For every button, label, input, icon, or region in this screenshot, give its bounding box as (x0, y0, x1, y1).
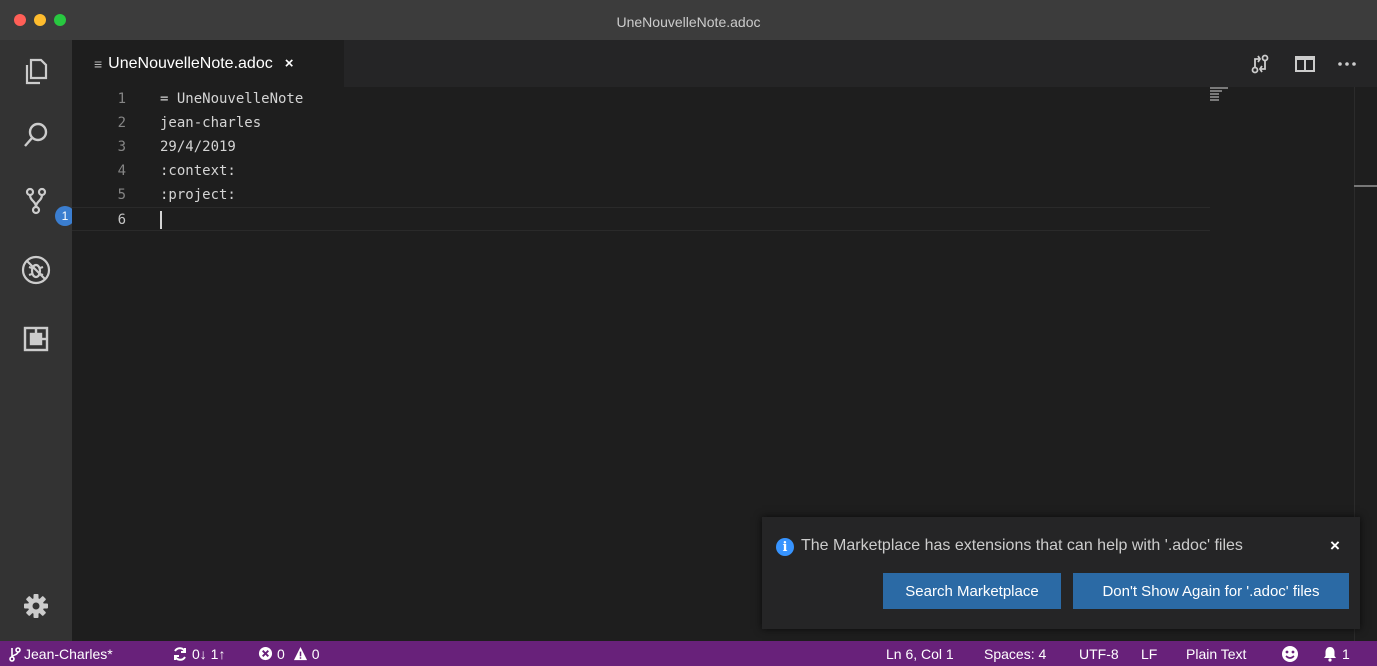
info-icon: i (776, 538, 794, 556)
text-cursor (160, 211, 162, 229)
notification-toast: i The Marketplace has extensions that ca… (762, 517, 1360, 629)
explorer-icon[interactable] (17, 52, 55, 90)
debug-icon[interactable] (17, 251, 55, 289)
minimap[interactable] (1210, 87, 1240, 103)
more-actions-icon[interactable] (1335, 52, 1359, 76)
line-text: = UneNouvelleNote (160, 91, 304, 107)
editor-line: 2 jean-charles (72, 111, 1210, 135)
line-number: 1 (117, 91, 126, 107)
error-count: 0 (277, 645, 285, 662)
line-text: 29/4/2019 (160, 139, 236, 155)
line-number: 3 (117, 139, 126, 155)
feedback-smiley-icon[interactable] (1281, 641, 1299, 666)
editor-line: 1 = UneNouvelleNote (72, 87, 1210, 111)
warning-count: 0 (311, 645, 320, 662)
search-marketplace-button[interactable]: Search Marketplace (883, 573, 1061, 609)
language-mode[interactable]: Plain Text (1186, 641, 1246, 666)
line-number: 2 (117, 115, 126, 131)
notification-message: The Marketplace has extensions that can … (801, 537, 1243, 554)
notifications-count: 1 (1342, 645, 1350, 662)
tab-filename: UneNouvelleNote.adoc (108, 54, 273, 72)
open-changes-icon[interactable] (1248, 52, 1272, 76)
dont-show-again-button[interactable]: Don't Show Again for '.adoc' files (1073, 573, 1349, 609)
text-editor[interactable]: 1 = UneNouvelleNote 2 jean-charles 3 29/… (72, 87, 1377, 641)
git-branch-icon (9, 646, 21, 662)
line-text: :context: (160, 163, 236, 179)
bell-icon (1324, 646, 1336, 662)
cursor-position[interactable]: Ln 6, Col 1 (886, 641, 954, 666)
activity-bar: 1 (0, 40, 75, 641)
indentation-status[interactable]: Spaces: 4 (984, 641, 1046, 666)
search-icon[interactable] (17, 116, 55, 154)
current-line: 6 (72, 207, 1210, 231)
notification-close-icon[interactable]: × (1330, 536, 1340, 556)
editor-line: 4 :context: (72, 159, 1210, 183)
tab-unenouvellenote[interactable]: ≡ UneNouvelleNote.adoc × (72, 40, 344, 87)
editor-tab-strip: ≡ UneNouvelleNote.adoc × (72, 40, 1377, 87)
tab-close-icon[interactable]: × (285, 55, 294, 72)
encoding-status[interactable]: UTF-8 (1079, 641, 1119, 666)
line-text: jean-charles (160, 115, 262, 131)
overview-ruler-cursor (1354, 185, 1377, 187)
line-number: 6 (117, 212, 126, 228)
title-bar: UneNouvelleNote.adoc (0, 0, 1377, 40)
line-number: 4 (117, 163, 126, 179)
notifications-status[interactable]: 1 (1322, 641, 1350, 666)
line-number: 5 (117, 187, 126, 203)
split-editor-icon[interactable] (1293, 52, 1317, 76)
error-icon (258, 646, 273, 661)
sync-counts: 0↓ 1↑ (192, 645, 226, 662)
eol-status[interactable]: LF (1141, 641, 1157, 666)
problems-status[interactable]: 0 0 (258, 641, 320, 666)
sync-status[interactable]: 0↓ 1↑ (172, 641, 225, 666)
branch-status[interactable]: Jean-Charles* (8, 641, 113, 666)
branch-name: Jean-Charles* (24, 645, 113, 662)
editor-line: 3 29/4/2019 (72, 135, 1210, 159)
source-control-icon[interactable]: 1 (17, 182, 75, 226)
warning-icon (293, 646, 307, 661)
file-lines-icon: ≡ (94, 55, 103, 72)
line-text: :project: (160, 187, 236, 203)
window-title: UneNouvelleNote.adoc (616, 14, 761, 30)
editor-line: 5 :project: (72, 183, 1210, 207)
sync-icon (174, 646, 186, 661)
extensions-icon[interactable] (17, 320, 55, 358)
status-bar: Jean-Charles* 0↓ 1↑ 0 0 Ln 6, Col 1 Spac… (0, 641, 1377, 666)
settings-gear-icon[interactable] (17, 587, 55, 625)
